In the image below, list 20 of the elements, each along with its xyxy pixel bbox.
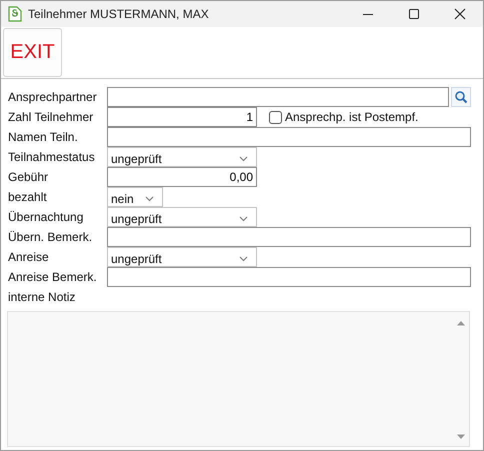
field-label: Teilnahmestatus bbox=[8, 150, 96, 164]
number-field[interactable]: 0,00 bbox=[107, 167, 257, 187]
field-label: Gebühr bbox=[8, 170, 50, 184]
field-label: Ansprechpartner bbox=[8, 90, 98, 104]
dropdown[interactable]: ungeprüft bbox=[107, 207, 257, 227]
field-label: Übernachtung bbox=[8, 210, 84, 224]
field-label: Anreise bbox=[8, 250, 50, 264]
exit-button[interactable]: EXIT bbox=[3, 28, 62, 77]
field-label: Anreise Bemerk. bbox=[8, 270, 98, 284]
dropdown[interactable]: nein bbox=[107, 187, 163, 207]
dropdown[interactable]: ungeprüft bbox=[107, 247, 257, 267]
window-title: Teilnehmer MUSTERMANN, MAX bbox=[28, 7, 210, 21]
field-label: Zahl Teilnehmer bbox=[8, 110, 94, 124]
field-label: bezahlt bbox=[8, 190, 48, 204]
checkbox-label: Ansprechp. ist Postempf. bbox=[285, 110, 418, 124]
field-label: Namen Teiln. bbox=[8, 130, 79, 144]
field-label: interne Notiz bbox=[8, 290, 76, 304]
field-label: Übern. Bemerk. bbox=[8, 230, 94, 244]
number-field[interactable]: 1 bbox=[107, 107, 257, 127]
dropdown[interactable]: ungeprüft bbox=[107, 147, 257, 167]
